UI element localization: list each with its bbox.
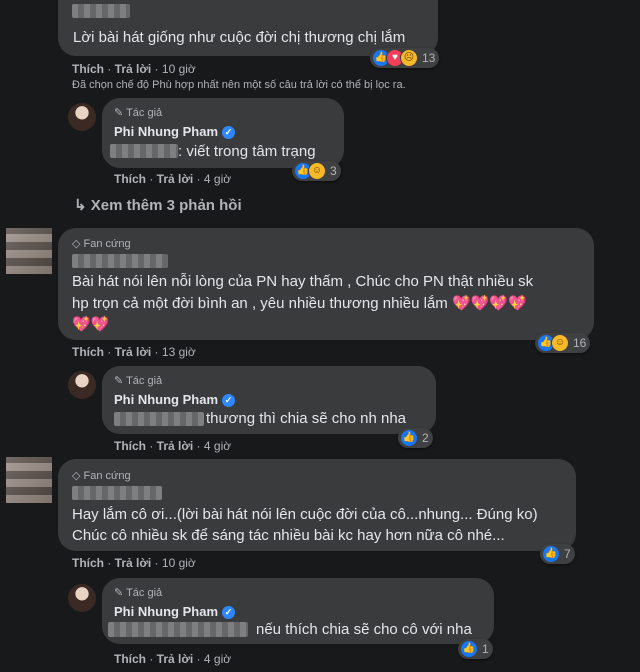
comment-time[interactable]: 13 giờ bbox=[162, 345, 196, 359]
reply-link[interactable]: Trả lời bbox=[157, 439, 194, 453]
reply-arrow-icon: ↳ bbox=[74, 197, 91, 214]
reaction-summary[interactable]: 👍 ♥ ☹ 13 bbox=[370, 48, 440, 68]
reply-link[interactable]: Trả lời bbox=[157, 172, 194, 186]
comment-text: Bài hát nói lên nỗi lòng của PN hay thấm… bbox=[72, 273, 534, 290]
reaction-count: 7 bbox=[564, 547, 571, 561]
comment-time[interactable]: 10 giờ bbox=[162, 62, 196, 76]
comment-text: Chúc cô nhiều sk để sáng tác nhiều bài k… bbox=[72, 527, 505, 544]
redacted-commenter-name bbox=[72, 486, 162, 500]
redacted-commenter-name bbox=[72, 4, 130, 18]
reaction-count: 13 bbox=[422, 51, 436, 65]
comment-actions: Thích · Trả lời · 10 giờ bbox=[72, 556, 196, 570]
reply-link[interactable]: Trả lời bbox=[115, 556, 152, 570]
reply-actions: Thích · Trả lời · 4 giờ bbox=[114, 172, 232, 186]
reply-link[interactable]: Trả lời bbox=[157, 652, 194, 666]
author-name[interactable]: Phi Nhung Pham ✓ bbox=[114, 124, 235, 139]
comment-actions: Thích · Trả lời · 10 giờ bbox=[72, 62, 196, 76]
pencil-icon: ✎ bbox=[114, 587, 127, 599]
commenter-avatar[interactable] bbox=[6, 457, 52, 503]
like-reaction-icon: 👍 bbox=[400, 429, 418, 447]
author-badge: ✎ Tác giả bbox=[114, 107, 163, 119]
redacted-mention bbox=[114, 412, 204, 426]
reaction-summary[interactable]: 👍 ☺ 16 bbox=[535, 333, 591, 353]
like-reaction-icon: 👍 bbox=[542, 545, 560, 563]
author-avatar[interactable] bbox=[68, 584, 96, 612]
reply-text: : viết trong tâm trạng bbox=[178, 143, 316, 160]
author-name[interactable]: Phi Nhung Pham ✓ bbox=[114, 604, 235, 619]
reaction-summary[interactable]: 👍 1 bbox=[458, 639, 493, 659]
like-link[interactable]: Thích bbox=[72, 62, 104, 76]
redacted-commenter-name bbox=[72, 254, 168, 268]
reaction-count: 1 bbox=[482, 642, 489, 656]
redacted-mention bbox=[110, 144, 178, 158]
like-link[interactable]: Thích bbox=[114, 172, 146, 186]
reaction-count: 16 bbox=[573, 336, 587, 350]
like-link[interactable]: Thích bbox=[72, 345, 104, 359]
reply-link[interactable]: Trả lời bbox=[115, 62, 152, 76]
diamond-icon: ◇ bbox=[72, 238, 84, 250]
reply-link[interactable]: Trả lời bbox=[115, 345, 152, 359]
filter-notice: Đã chọn chế độ Phù hợp nhất nên một số c… bbox=[72, 79, 406, 91]
reply-text: thương thì chia sẽ cho nh nha bbox=[206, 410, 407, 427]
see-more-replies[interactable]: ↳ Xem thêm 3 phản hồi bbox=[74, 196, 242, 214]
comment-actions: Thích · Trả lời · 13 giờ bbox=[72, 345, 196, 359]
comment-text: hp trọn cả một đời bình an , yêu nhiều t… bbox=[72, 295, 527, 312]
comment-text: 💖💖 bbox=[72, 316, 110, 333]
comment-text: Lời bài hát giống như cuộc đời chị thươn… bbox=[73, 29, 406, 46]
reply-text: nếu thích chia sẽ cho cô với nha bbox=[256, 621, 472, 638]
comment-text: Hay lắm cô ơi...(lời bài hát nói lên cuộ… bbox=[72, 506, 538, 523]
reaction-summary[interactable]: 👍 7 bbox=[540, 544, 575, 564]
pencil-icon: ✎ bbox=[114, 375, 127, 387]
reaction-summary[interactable]: 👍 ☺ 3 bbox=[292, 161, 341, 181]
reply-time[interactable]: 4 giờ bbox=[204, 439, 231, 453]
reaction-count: 3 bbox=[330, 164, 337, 178]
sad-reaction-icon: ☹ bbox=[400, 49, 418, 67]
author-badge: ✎ Tác giả bbox=[114, 375, 163, 387]
verified-icon: ✓ bbox=[222, 606, 235, 619]
haha-reaction-icon: ☺ bbox=[551, 334, 569, 352]
reply-actions: Thích · Trả lời · 4 giờ bbox=[114, 652, 232, 666]
reply-actions: Thích · Trả lời · 4 giờ bbox=[114, 439, 232, 453]
verified-icon: ✓ bbox=[222, 126, 235, 139]
like-link[interactable]: Thích bbox=[72, 556, 104, 570]
like-link[interactable]: Thích bbox=[114, 439, 146, 453]
pencil-icon: ✎ bbox=[114, 107, 127, 119]
haha-reaction-icon: ☺ bbox=[308, 162, 326, 180]
diamond-icon: ◇ bbox=[72, 470, 84, 482]
author-avatar[interactable] bbox=[68, 103, 96, 131]
fan-badge: ◇ Fan cứng bbox=[72, 238, 131, 250]
reply-time[interactable]: 4 giờ bbox=[204, 172, 231, 186]
comment-time[interactable]: 10 giờ bbox=[162, 556, 196, 570]
fan-badge: ◇ Fan cứng bbox=[72, 470, 131, 482]
redacted-mention bbox=[108, 622, 248, 637]
like-reaction-icon: 👍 bbox=[460, 640, 478, 658]
reply-time[interactable]: 4 giờ bbox=[204, 652, 231, 666]
like-link[interactable]: Thích bbox=[114, 652, 146, 666]
author-badge: ✎ Tác giả bbox=[114, 587, 163, 599]
reaction-count: 2 bbox=[422, 431, 429, 445]
reaction-summary[interactable]: 👍 2 bbox=[398, 428, 433, 448]
commenter-avatar[interactable] bbox=[6, 228, 52, 274]
author-name[interactable]: Phi Nhung Pham ✓ bbox=[114, 392, 235, 407]
author-avatar[interactable] bbox=[68, 371, 96, 399]
verified-icon: ✓ bbox=[222, 394, 235, 407]
